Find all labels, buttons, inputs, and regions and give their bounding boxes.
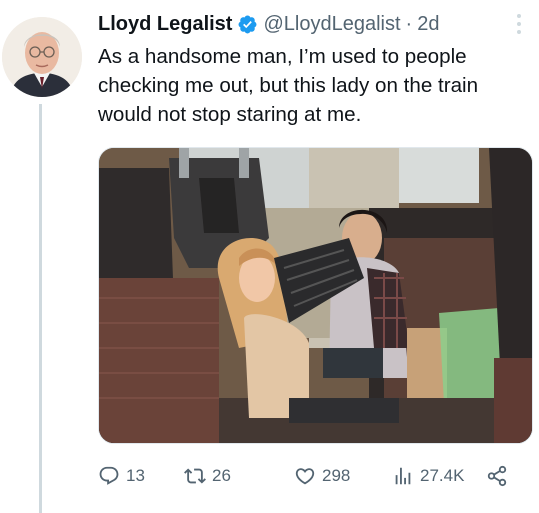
retweet-count: 26 — [212, 466, 231, 485]
avatar-photo — [2, 17, 82, 97]
retweet-button[interactable]: 26 — [184, 460, 231, 492]
tweet-text: As a handsome man, I’m used to people ch… — [98, 45, 479, 126]
verified-badge-icon[interactable] — [237, 14, 258, 35]
train-photo — [99, 148, 532, 443]
heart-icon — [295, 468, 315, 485]
reply-button[interactable]: 13 — [98, 460, 145, 492]
tweet: Lloyd Legalist @LloydLegalist · 2d As a … — [0, 0, 539, 513]
dot — [517, 22, 521, 26]
tweet-media-photo[interactable] — [98, 147, 533, 444]
retweet-icon — [184, 468, 206, 484]
views-count: 27.4K — [420, 466, 465, 485]
tweet-header: Lloyd Legalist @LloydLegalist · 2d — [98, 9, 439, 39]
views-icon — [395, 467, 411, 485]
share-button[interactable] — [486, 460, 508, 492]
thread-line — [39, 104, 42, 513]
share-icon — [487, 465, 507, 487]
header-separator: · — [405, 12, 413, 35]
tweet-actions: 13 26 298 27.4K — [98, 460, 528, 492]
author-display-name[interactable]: Lloyd Legalist — [98, 13, 232, 36]
like-count: 298 — [322, 466, 351, 485]
reply-icon — [99, 466, 119, 485]
dot — [517, 30, 521, 34]
views-button[interactable]: 27.4K — [392, 460, 464, 492]
like-button[interactable]: 298 — [294, 460, 350, 492]
author-handle[interactable]: @LloydLegalist — [263, 13, 400, 36]
tweet-timestamp[interactable]: 2d — [417, 13, 439, 36]
reply-count: 13 — [126, 466, 145, 485]
dot — [517, 14, 521, 18]
avatar[interactable] — [2, 17, 82, 97]
more-options-icon[interactable] — [511, 12, 527, 36]
